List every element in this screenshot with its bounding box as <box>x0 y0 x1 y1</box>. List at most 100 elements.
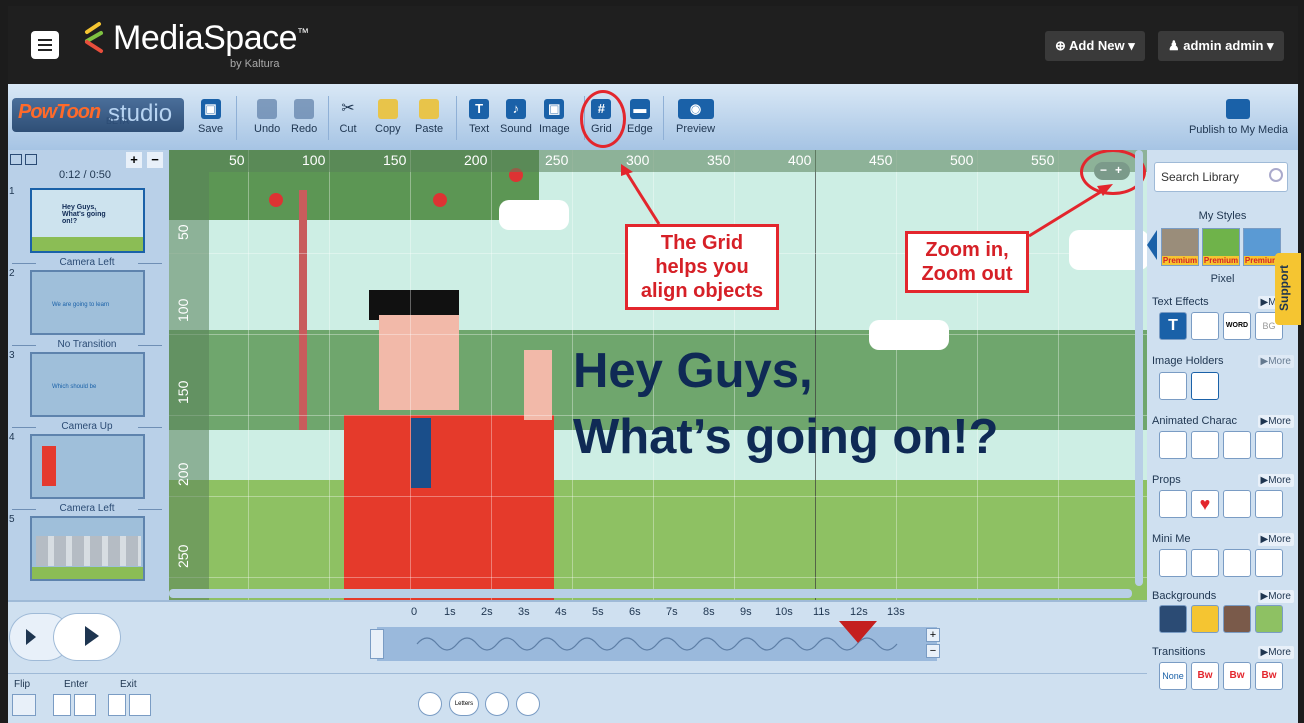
mini-me-thumb[interactable] <box>1223 549 1251 577</box>
background-thumb[interactable] <box>1159 605 1187 633</box>
slide-transition-label[interactable]: No Transition <box>12 339 162 350</box>
slide-number: 4 <box>9 432 15 443</box>
more-button[interactable]: ▶More <box>1257 590 1294 603</box>
character-face[interactable] <box>379 315 459 410</box>
styles-prev-arrow-icon[interactable] <box>1147 230 1157 260</box>
edge-button[interactable]: ▬ Edge <box>627 99 653 135</box>
divider <box>8 673 1147 674</box>
slide-transition-label[interactable]: Camera Up <box>12 421 162 432</box>
transition-thumb[interactable]: Bw <box>1191 662 1219 690</box>
text-effect-thumb[interactable]: T <box>1159 312 1187 340</box>
transition-thumb[interactable]: None <box>1159 662 1187 690</box>
slide-transition-label[interactable]: Camera Left <box>12 503 162 514</box>
mini-me-thumb[interactable] <box>1191 549 1219 577</box>
image-button[interactable]: ▣ Image <box>539 99 570 135</box>
timeline-tick: 3s <box>518 606 530 618</box>
monitor-icon[interactable] <box>1191 372 1219 400</box>
slide-caption: Hey Guys, What's going on!? <box>62 204 106 225</box>
text-layer-icon[interactable] <box>516 692 540 716</box>
slide-view-icon[interactable] <box>10 154 22 165</box>
enter-hand-icon[interactable] <box>74 694 96 716</box>
redo-button[interactable]: Redo <box>291 99 317 135</box>
text-layer-icon[interactable] <box>485 692 509 716</box>
more-button[interactable]: ▶More <box>1257 415 1294 428</box>
timeline-zoom-out-button[interactable]: − <box>926 644 940 658</box>
text-effect-thumb[interactable] <box>1191 312 1219 340</box>
music-note-icon: ♪ <box>505 99 526 119</box>
remove-slide-button[interactable]: − <box>147 152 163 168</box>
more-button[interactable]: ▶More <box>1257 474 1294 487</box>
slide-caption: Which should be <box>52 384 97 390</box>
annotation-arrows <box>621 164 1113 238</box>
exit-hand-icon[interactable] <box>129 694 151 716</box>
background-thumb[interactable] <box>1255 605 1283 633</box>
character-thumb[interactable] <box>1255 431 1283 459</box>
more-button[interactable]: ▶More <box>1257 533 1294 546</box>
support-tab[interactable]: Support <box>1275 253 1301 325</box>
tree-trunk <box>299 190 307 430</box>
headline-text-object[interactable]: Hey Guys, What’s going on!? <box>573 338 998 470</box>
character-thumb[interactable] <box>1159 431 1187 459</box>
flower-icon[interactable] <box>1223 490 1251 518</box>
section-label: Backgrounds <box>1152 590 1217 602</box>
editing-canvas[interactable]: 50 100 150 200 250 300 350 400 450 500 5… <box>169 150 1147 600</box>
ruler-label: 100 <box>302 152 326 168</box>
text-icon: T <box>469 99 490 119</box>
style-thumbnail-selected[interactable]: Premium <box>1202 228 1240 266</box>
user-menu-button[interactable]: ♟ admin admin ▾ <box>1158 31 1284 61</box>
save-button[interactable]: ▣ Save <box>198 99 223 135</box>
character-body[interactable] <box>344 415 554 600</box>
preview-button[interactable]: ◉ Preview <box>676 99 715 135</box>
character-layer-icon[interactable] <box>418 692 442 716</box>
search-library-input[interactable]: Search Library <box>1154 162 1288 192</box>
slide-thumbnail-3[interactable]: Which should be <box>30 352 145 417</box>
background-thumb[interactable] <box>1191 605 1219 633</box>
character-thumb[interactable] <box>1191 431 1219 459</box>
add-slide-button[interactable]: + <box>126 152 142 168</box>
paste-button[interactable]: Paste <box>415 99 443 135</box>
mini-me-thumb[interactable] <box>1159 549 1187 577</box>
publish-button[interactable]: Publish to My Media <box>1189 99 1288 136</box>
speech-bubble-icon[interactable] <box>1255 490 1283 518</box>
lightbulb-icon[interactable] <box>1159 490 1187 518</box>
search-icon[interactable] <box>1269 168 1283 182</box>
cut-button[interactable]: ✂ Cut <box>338 99 358 135</box>
mini-me-thumb[interactable] <box>1255 549 1283 577</box>
text-effect-thumb[interactable]: WORD <box>1223 312 1251 340</box>
transition-thumb[interactable]: Bw <box>1223 662 1251 690</box>
timeline-track-icon[interactable] <box>370 629 384 659</box>
more-button[interactable]: ▶More <box>1257 355 1294 368</box>
ruler-label: 250 <box>545 152 569 168</box>
timeline-zoom-in-button[interactable]: + <box>926 628 940 642</box>
background-thumb[interactable] <box>1223 605 1251 633</box>
copy-button[interactable]: Copy <box>375 99 401 135</box>
slide-number: 3 <box>9 350 15 361</box>
slide-thumbnail-4[interactable] <box>30 434 145 499</box>
slide-view-icon[interactable] <box>25 154 37 165</box>
style-thumbnail[interactable]: Premium <box>1161 228 1199 266</box>
slide-thumbnail-5[interactable] <box>30 516 145 581</box>
publish-label: Publish to My Media <box>1188 124 1288 136</box>
timeline-tick: 5s <box>592 606 604 618</box>
ruler-label: 100 <box>175 298 191 322</box>
character-thumb[interactable] <box>1223 431 1251 459</box>
hamburger-menu-button[interactable] <box>31 31 59 59</box>
transition-thumb[interactable]: Bw <box>1255 662 1283 690</box>
more-button[interactable]: ▶More <box>1257 646 1294 659</box>
undo-button[interactable]: Undo <box>254 99 280 135</box>
add-new-button[interactable]: ⊕ Add New ▾ <box>1045 31 1145 61</box>
slide-thumbnail-1[interactable]: Hey Guys, What's going on!? <box>30 188 145 253</box>
enter-none-button[interactable] <box>53 694 71 716</box>
letters-layer-button[interactable]: Letters <box>449 692 479 716</box>
exit-none-button[interactable] <box>108 694 126 716</box>
heart-icon[interactable]: ♥ <box>1191 490 1219 518</box>
slide-thumbnail-2[interactable]: We are going to learn <box>30 270 145 335</box>
horizontal-scrollbar[interactable] <box>169 589 1132 598</box>
flip-button[interactable] <box>12 694 36 716</box>
sound-button[interactable]: ♪ Sound <box>500 99 532 135</box>
text-button[interactable]: T Text <box>469 99 489 135</box>
monitor-icon[interactable] <box>1159 372 1187 400</box>
playhead-marker-icon[interactable] <box>839 621 877 643</box>
vertical-scrollbar[interactable] <box>1135 150 1143 586</box>
slide-transition-label[interactable]: Camera Left <box>12 257 162 268</box>
